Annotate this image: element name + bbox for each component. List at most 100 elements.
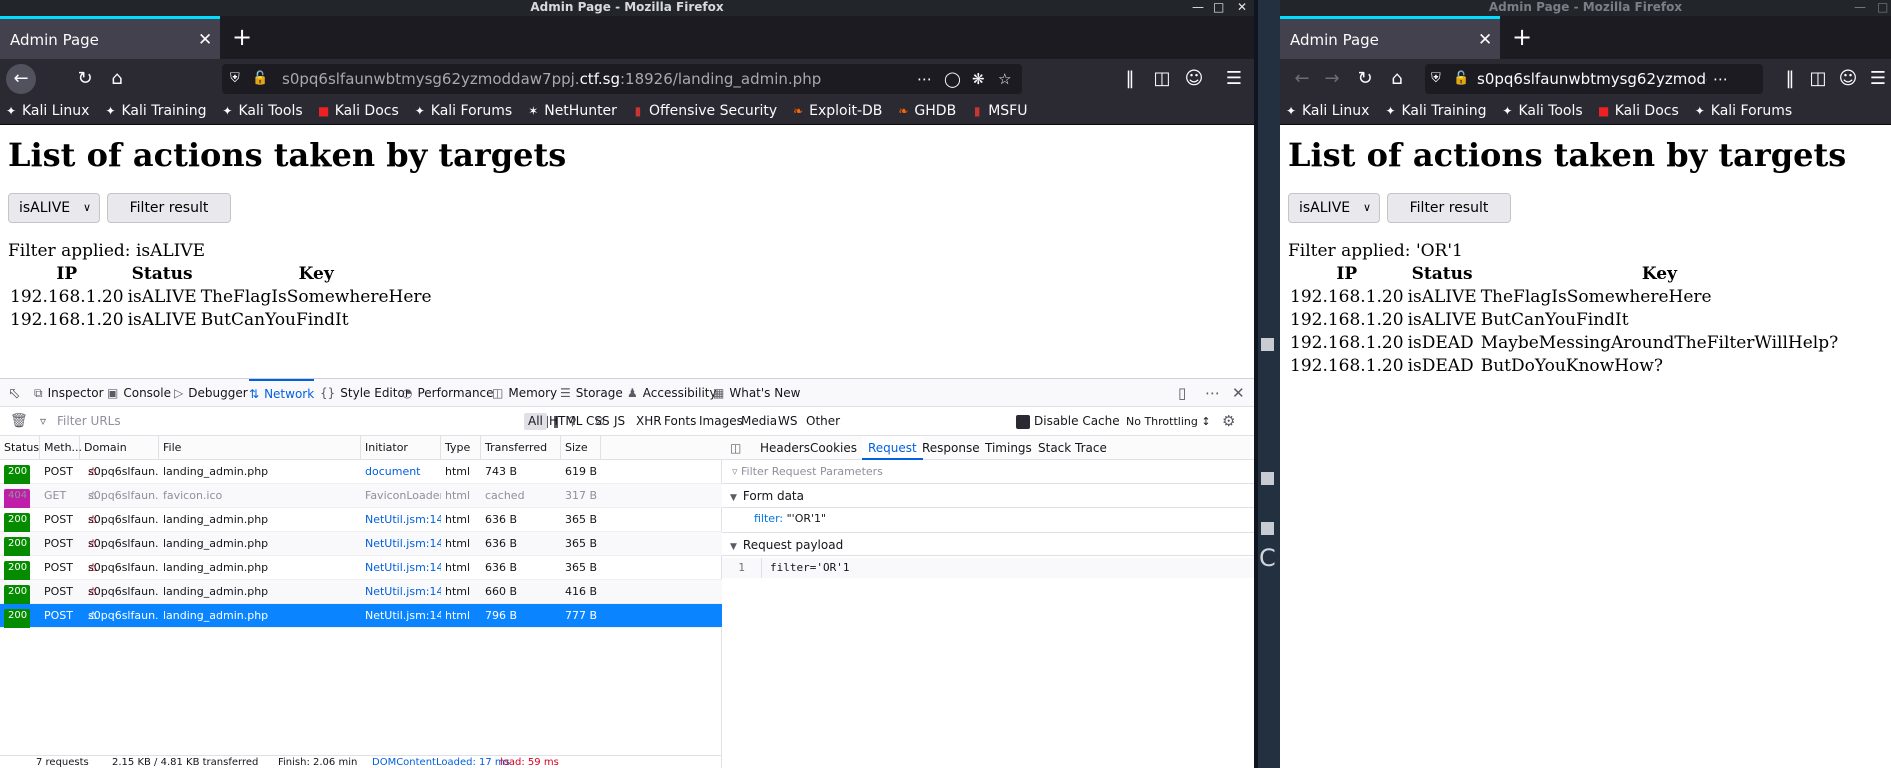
tab-storage[interactable]: ☰ Storage: [560, 379, 623, 407]
tab-memory[interactable]: ◫ Memory: [492, 379, 557, 407]
sidebar-icon[interactable]: ◫: [1150, 66, 1174, 92]
browser-tab[interactable]: Admin Page ✕: [1280, 16, 1500, 59]
status-filter-select[interactable]: isALIVE ∨: [8, 193, 100, 223]
bookmark-ghdb[interactable]: ❧ GHDB: [896, 99, 956, 123]
reload-icon[interactable]: ↻: [72, 66, 98, 92]
network-request-row[interactable]: 200 POST ⚠ s0pq6slfaun... landing_admin.php…: [0, 532, 722, 556]
network-settings-gear-icon[interactable]: ⚙: [1222, 407, 1235, 436]
column-header-status[interactable]: Status: [0, 436, 40, 460]
details-tab-cookies[interactable]: Cookies: [804, 436, 863, 460]
url-bar[interactable]: ⛨ 🔓 s0pq6slfaunwbtmysg62yzmoddaw7ppj.ctf…: [222, 64, 1022, 94]
bookmark-kali-linux[interactable]: ✦ Kali Linux: [1284, 99, 1370, 123]
column-header-transferred[interactable]: Transferred: [481, 436, 561, 460]
bookmark-kali-tools[interactable]: ✦ Kali Tools: [1500, 99, 1582, 123]
reload-icon[interactable]: ↻: [1352, 66, 1378, 92]
details-tab-timings[interactable]: Timings: [979, 436, 1038, 460]
request-payload-section[interactable]: ▼ Request payload: [722, 532, 1254, 556]
account-icon[interactable]: ☺: [1836, 66, 1860, 92]
bookmark-exploit-db[interactable]: ❧ Exploit-DB: [791, 99, 882, 123]
home-icon[interactable]: ⌂: [104, 66, 130, 92]
type-filter-all[interactable]: All: [524, 413, 547, 430]
type-filter-js[interactable]: JS: [614, 407, 625, 436]
type-filter-css[interactable]: CSS: [586, 407, 610, 436]
network-request-row[interactable]: 200 POST ⚠ s0pq6slfaun... landing_admin.php…: [0, 460, 722, 484]
type-filter-media[interactable]: Media: [741, 407, 777, 436]
details-tab-stack-trace[interactable]: Stack Trace: [1032, 436, 1113, 460]
bookmark-kali-docs[interactable]: ■ Kali Docs: [317, 99, 399, 123]
close-devtools-icon[interactable]: ✕: [1232, 379, 1245, 407]
page-actions-icon[interactable]: ⋯: [917, 64, 932, 94]
bookmark-kali-training[interactable]: ✦ Kali Training: [1383, 99, 1486, 123]
tab-console[interactable]: ▣ Console: [107, 379, 171, 407]
bookmark-star-icon[interactable]: ☆: [998, 64, 1011, 94]
sidebar-icon[interactable]: ◫: [1806, 66, 1830, 92]
toggle-sidebar-icon[interactable]: ◫: [730, 436, 741, 460]
filter-urls-input[interactable]: Filter URLs: [57, 407, 121, 436]
minimize-icon[interactable]: —: [1854, 0, 1866, 15]
tab-inspector[interactable]: ⧉ Inspector: [34, 379, 104, 407]
type-filter-other[interactable]: Other: [806, 407, 840, 436]
form-data-section[interactable]: ▼ Form data: [722, 484, 1254, 508]
shield-icon[interactable]: ⛨: [230, 64, 240, 94]
tab-network[interactable]: ⇅ Network: [249, 379, 315, 407]
maximize-icon[interactable]: □: [1877, 0, 1888, 15]
bookmark-msfu[interactable]: ▮ MSFU: [970, 99, 1028, 123]
insecure-lock-icon[interactable]: 🔓: [1453, 64, 1469, 94]
column-header-file[interactable]: File: [159, 436, 361, 460]
column-header-type[interactable]: Type: [441, 436, 481, 460]
insecure-lock-icon[interactable]: 🔓: [252, 64, 268, 94]
bookmark-kali-linux[interactable]: ✦ Kali Linux: [4, 99, 90, 123]
back-icon[interactable]: ←: [1290, 66, 1314, 92]
forward-icon[interactable]: →: [1320, 66, 1344, 92]
details-tab-request[interactable]: Request: [862, 436, 923, 460]
bookmark-kali-forums[interactable]: ✦ Kali Forums: [413, 99, 512, 123]
disable-cache-checkbox[interactable]: Disable Cache: [1016, 407, 1120, 436]
account-icon[interactable]: ☺: [1182, 66, 1206, 92]
shield-icon[interactable]: ⛨: [1431, 64, 1441, 94]
details-tab-response[interactable]: Response: [916, 436, 986, 460]
maximize-icon[interactable]: □: [1213, 0, 1224, 15]
minimize-icon[interactable]: —: [1192, 0, 1204, 15]
network-request-row[interactable]: 200 POST ⚠ s0pq6slfaun... landing_admin.php…: [0, 580, 722, 604]
library-icon[interactable]: ‖: [1118, 66, 1142, 92]
column-header-method[interactable]: Meth...: [40, 436, 82, 460]
new-tab-icon[interactable]: +: [232, 22, 252, 52]
bookmark-kali-tools[interactable]: ✦ Kali Tools: [220, 99, 302, 123]
type-filter-ws[interactable]: WS: [778, 407, 797, 436]
type-filter-fonts[interactable]: Fonts: [664, 407, 696, 436]
pocket-icon[interactable]: ◯: [944, 64, 961, 94]
column-header-size[interactable]: Size: [561, 436, 601, 460]
type-filter-xhr[interactable]: XHR: [636, 407, 662, 436]
url-bar[interactable]: ⛨ 🔓 s0pq6slfaunwbtmysg62yzmoddaw7 ⋯: [1425, 64, 1763, 94]
close-tab-icon[interactable]: ✕: [198, 19, 212, 62]
network-request-row[interactable]: 404 GET ⚠ s0pq6slfaun... favicon.ico Favicon…: [0, 484, 722, 508]
trash-icon[interactable]: 🗑: [10, 407, 28, 436]
type-filter-html[interactable]: HTML: [549, 407, 582, 436]
element-picker-icon[interactable]: ⬁: [8, 379, 21, 407]
browser-tab[interactable]: Admin Page ✕: [0, 16, 220, 59]
tab-accessibility[interactable]: ♟ Accessibility: [627, 379, 717, 407]
filter-result-button[interactable]: Filter result: [1387, 193, 1511, 223]
responsive-design-icon[interactable]: ▯: [1178, 379, 1186, 407]
status-filter-select[interactable]: isALIVE ∨: [1288, 193, 1380, 223]
library-icon[interactable]: ‖: [1778, 66, 1802, 92]
type-filter-images[interactable]: Images: [699, 407, 743, 436]
network-request-row[interactable]: 200 POST ⚠ s0pq6slfaun... landing_admin.php…: [0, 556, 722, 580]
home-icon[interactable]: ⌂: [1384, 66, 1410, 92]
network-request-row[interactable]: 200 POST ⚠ s0pq6slfaun... landing_admin.php…: [0, 508, 722, 532]
bookmark-kali-training[interactable]: ✦ Kali Training: [103, 99, 206, 123]
network-request-row[interactable]: 200 POST ⚠ s0pq6slfaun... landing_admin.php…: [0, 604, 722, 628]
tab-performance[interactable]: ◔ Performance: [402, 379, 494, 407]
close-tab-icon[interactable]: ✕: [1478, 19, 1492, 62]
bookmark-offensive-security[interactable]: ▮ Offensive Security: [631, 99, 778, 123]
back-icon[interactable]: ←: [6, 64, 36, 94]
menu-icon[interactable]: ☰: [1222, 66, 1246, 92]
throttling-select[interactable]: No Throttling ↕: [1126, 407, 1211, 436]
new-tab-icon[interactable]: +: [1512, 22, 1532, 52]
filter-result-button[interactable]: Filter result: [107, 193, 231, 223]
bookmark-kali-docs[interactable]: ■ Kali Docs: [1597, 99, 1679, 123]
close-window-icon[interactable]: ✕: [1237, 0, 1247, 15]
tab-debugger[interactable]: ▷ Debugger: [174, 379, 248, 407]
column-header-domain[interactable]: Domain: [80, 436, 159, 460]
devtools-options-icon[interactable]: ⋯: [1205, 379, 1220, 407]
